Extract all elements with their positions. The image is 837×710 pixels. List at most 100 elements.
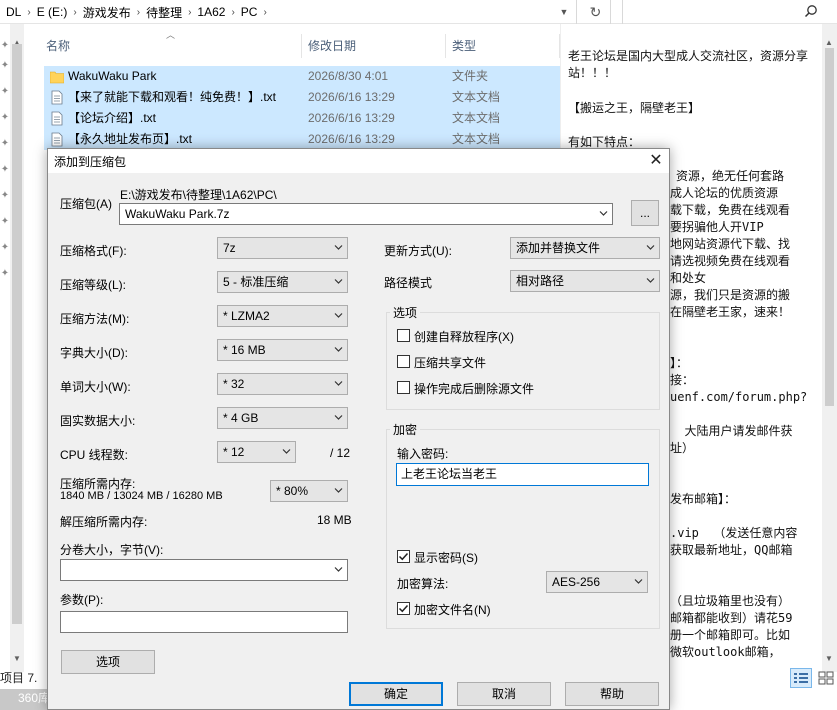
file-date: 2026/8/30 4:01 (308, 69, 389, 83)
enc-method-value: AES-256 (552, 575, 601, 589)
breadcrumb[interactable]: DL › E (E:) › 游戏发布 › 待整理 › 1A62 › PC › (0, 0, 577, 24)
enc-method-select[interactable]: AES-256 (546, 571, 648, 593)
volume-select[interactable] (60, 559, 348, 581)
file-type: 文本文档 (452, 111, 501, 125)
method-select[interactable]: * LZMA2 (217, 305, 348, 327)
mem-decomp-value: 18 MB (317, 513, 352, 527)
update-mode-select[interactable]: 添加并替换文件 (510, 237, 660, 259)
details-view-button[interactable] (790, 668, 812, 688)
help-button[interactable]: 帮助 (565, 682, 659, 706)
archive-name-field[interactable]: WakuWaku Park.7z (119, 203, 613, 225)
file-list-header: 名称 修改日期 类型 (40, 34, 560, 58)
tiles-view-button[interactable] (816, 668, 836, 688)
text-file-icon (51, 90, 63, 105)
format-select[interactable]: 7z (217, 237, 348, 259)
ok-button[interactable]: 确定 (349, 682, 443, 706)
sfx-label: 创建自释放程序(X) (414, 330, 514, 344)
pin-icon: ✦ (0, 60, 10, 71)
word-select[interactable]: * 32 (217, 373, 348, 395)
threads-label: CPU 线程数: (60, 448, 129, 462)
shared-files-checkbox[interactable] (397, 355, 410, 368)
password-input[interactable]: 上老王论坛当老王 (396, 463, 649, 486)
file-name-cell: 【来了就能下载和观看！纯免费！】.txt (44, 87, 302, 108)
update-mode-value: 添加并替换文件 (516, 241, 601, 255)
cancel-button[interactable]: 取消 (457, 682, 551, 706)
preview-text: 【搬运之王，隔壁老王】 (568, 101, 701, 115)
file-type: 文本文档 (452, 132, 501, 146)
column-date-header[interactable]: 修改日期 (302, 34, 446, 58)
address-bar: DL › E (E:) › 游戏发布 › 待整理 › 1A62 › PC › ▼ ↻ (0, 0, 837, 24)
chevron-down-icon (334, 567, 343, 572)
show-password-checkbox[interactable] (397, 550, 410, 563)
shared-files-label: 压缩共享文件 (414, 356, 487, 370)
encrypt-names-checkbox[interactable] (397, 602, 410, 615)
chevron-down-icon (334, 279, 343, 284)
close-button[interactable]: ✕ (646, 151, 666, 171)
chevron-down-icon[interactable]: ▼ (10, 652, 24, 666)
preview-text: 资源，绝无任何套路 (676, 169, 785, 183)
file-row[interactable]: 【来了就能下载和观看！纯免费！】.txt 2026/6/16 13:29 文本文… (44, 87, 560, 108)
path-mode-select[interactable]: 相对路径 (510, 270, 660, 292)
chevron-down-icon (599, 211, 608, 216)
file-name-cell: 【永久地址发布页】.txt (44, 129, 302, 150)
dialog-titlebar[interactable] (48, 149, 669, 173)
scrollbar-thumb[interactable] (12, 44, 22, 624)
dict-select[interactable]: * 16 MB (217, 339, 348, 361)
search-input[interactable] (622, 0, 824, 24)
column-type-header[interactable]: 类型 (446, 34, 560, 58)
preview-text: （且垃圾箱里也没有） (670, 594, 791, 608)
text-file-icon (51, 111, 63, 126)
pin-icon: ✦ (0, 190, 10, 201)
method-value: * LZMA2 (223, 309, 270, 323)
refresh-icon: ↻ (589, 4, 602, 20)
password-value: 上老王论坛当老王 (401, 467, 498, 481)
mem-percent-select[interactable]: * 80% (270, 480, 348, 502)
preview-text: 载下载，免费在线观看 (670, 203, 791, 217)
breadcrumb-item[interactable]: 游戏发布 (77, 4, 137, 21)
chevron-down-icon (334, 245, 343, 250)
method-label: 压缩方法(M): (60, 312, 130, 326)
path-mode-value: 相对路径 (516, 274, 565, 288)
level-select[interactable]: 5 - 标准压缩 (217, 271, 348, 293)
preview-scrollbar[interactable]: ▲ ▼ (822, 24, 837, 672)
volume-label: 分卷大小，字节(V): (60, 543, 164, 557)
pin-icon: ✦ (0, 40, 10, 51)
breadcrumb-item[interactable]: 1A62 (191, 5, 231, 19)
breadcrumb-item[interactable]: DL (0, 5, 27, 19)
params-input[interactable] (60, 611, 348, 633)
preview-text: 大陆用户请发邮件获 (670, 424, 793, 438)
options-button[interactable]: 选项 (61, 650, 155, 674)
dict-label: 字典大小(D): (60, 346, 128, 360)
breadcrumb-item[interactable]: 待整理 (140, 4, 188, 21)
word-label: 单词大小(W): (60, 380, 131, 394)
preview-text: 源，我们只是资源的搬 (670, 288, 791, 302)
dict-value: * 16 MB (223, 343, 266, 357)
file-row[interactable]: 【永久地址发布页】.txt 2026/6/16 13:29 文本文档 (44, 129, 560, 150)
chevron-down-icon[interactable]: ▼ (822, 652, 836, 666)
solid-select[interactable]: * 4 GB (217, 407, 348, 429)
threads-select[interactable]: * 12 (217, 441, 296, 463)
browse-button[interactable]: ... (631, 200, 659, 226)
delete-after-checkbox[interactable] (397, 381, 410, 394)
chevron-down-icon (334, 488, 343, 493)
navigation-pane[interactable]: ✦ ✦ ✦ ✦ ✦ ✦ ✦ ✦ ✦ ✦ (0, 24, 10, 672)
scrollbar-thumb[interactable] (825, 48, 834, 406)
breadcrumb-item[interactable]: E (E:) (31, 5, 74, 19)
pin-icon: ✦ (0, 86, 10, 97)
preview-text: 册一个邮箱即可。比如 (670, 628, 791, 642)
preview-text: 要拐骗他人开VIP (670, 220, 764, 234)
preview-text: 邮箱都能收到）请花59 (670, 611, 793, 625)
breadcrumb-item[interactable]: PC (235, 5, 264, 19)
nav-scrollbar[interactable]: ▲ ▼ (10, 24, 24, 672)
item-count: 项目 7. (0, 671, 38, 685)
refresh-button[interactable]: ↻ (581, 0, 611, 24)
enc-method-label: 加密算法: (397, 577, 449, 591)
chevron-down-icon[interactable]: ▼ (556, 4, 572, 20)
file-row[interactable]: 【论坛介绍】.txt 2026/6/16 13:29 文本文档 (44, 108, 560, 129)
threads-total: / 12 (330, 446, 351, 460)
sfx-checkbox[interactable] (397, 329, 410, 342)
format-value: 7z (223, 241, 236, 255)
file-row[interactable]: WakuWaku Park 2026/8/30 4:01 文件夹 (44, 66, 560, 87)
word-value: * 32 (223, 377, 245, 391)
chevron-down-icon (334, 381, 343, 386)
